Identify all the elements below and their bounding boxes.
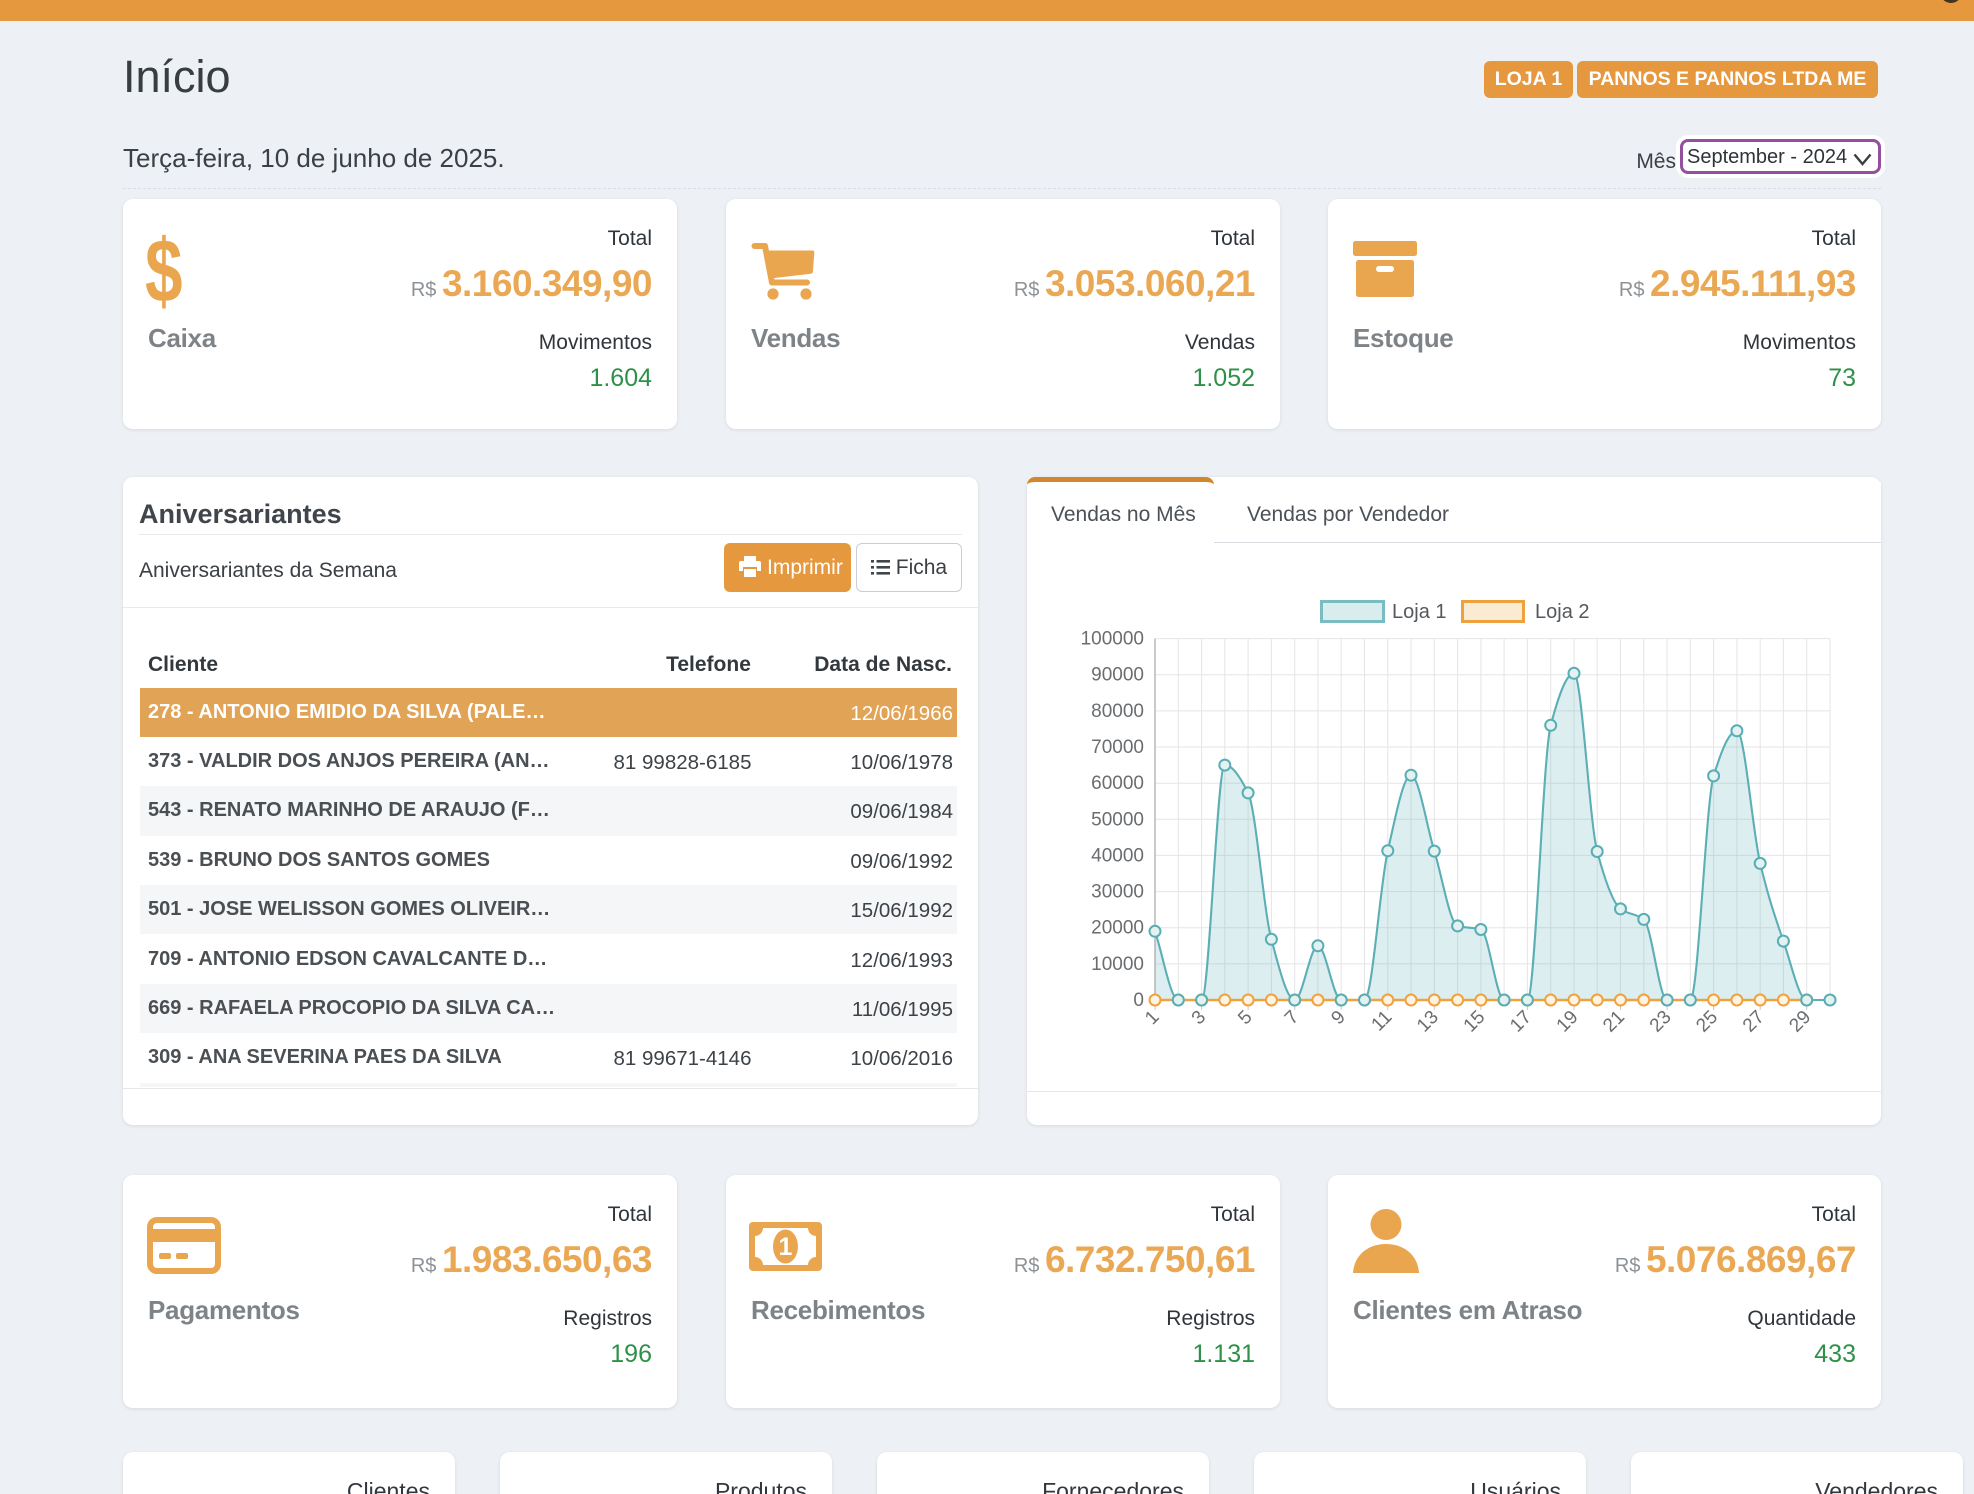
svg-text:27: 27: [1739, 1007, 1769, 1037]
svg-text:10000: 10000: [1091, 954, 1144, 975]
svg-text:9: 9: [1327, 1007, 1349, 1029]
svg-text:1: 1: [1141, 1007, 1163, 1029]
svg-text:25: 25: [1692, 1007, 1722, 1037]
svg-text:70000: 70000: [1091, 737, 1144, 758]
svg-text:50000: 50000: [1091, 809, 1144, 830]
svg-text:60000: 60000: [1091, 773, 1144, 794]
svg-text:40000: 40000: [1091, 845, 1144, 866]
svg-text:23: 23: [1646, 1007, 1676, 1037]
svg-text:7: 7: [1281, 1007, 1303, 1029]
svg-text:20000: 20000: [1091, 918, 1144, 939]
svg-text:80000: 80000: [1091, 701, 1144, 722]
svg-text:0: 0: [1133, 990, 1144, 1011]
svg-text:19: 19: [1553, 1007, 1583, 1037]
svg-text:11: 11: [1368, 1007, 1397, 1036]
svg-text:30000: 30000: [1091, 882, 1144, 903]
svg-text:100000: 100000: [1081, 629, 1144, 650]
svg-text:13: 13: [1413, 1007, 1443, 1037]
svg-text:5: 5: [1234, 1007, 1256, 1029]
svg-text:3: 3: [1188, 1007, 1210, 1029]
svg-text:17: 17: [1506, 1007, 1536, 1037]
svg-text:90000: 90000: [1091, 665, 1144, 686]
svg-text:21: 21: [1599, 1007, 1629, 1037]
svg-text:29: 29: [1785, 1007, 1815, 1037]
svg-text:15: 15: [1460, 1007, 1490, 1037]
svg-text:1: 1: [779, 1233, 793, 1261]
